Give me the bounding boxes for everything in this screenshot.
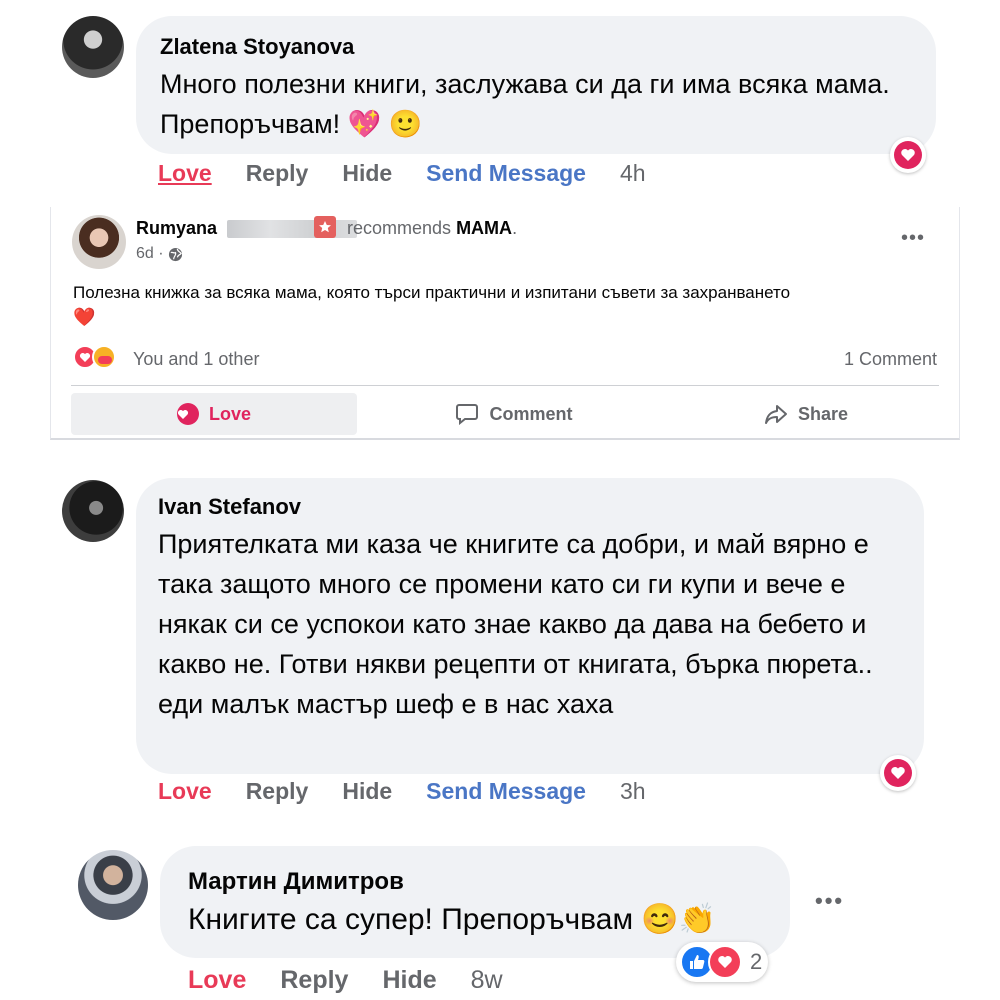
post-comment-button[interactable]: Comment xyxy=(371,393,657,435)
reaction-badge[interactable] xyxy=(880,755,916,791)
comment-author[interactable]: Zlatena Stoyanova xyxy=(160,34,354,60)
more-icon[interactable]: ••• xyxy=(815,888,844,914)
post-share-button[interactable]: Share xyxy=(671,393,941,435)
redacted-name xyxy=(227,220,357,238)
comment-actions: Love Reply Hide 8w xyxy=(188,966,537,995)
comment-actions: Love Reply Hide Send Message 4h xyxy=(158,160,680,187)
heart-icon xyxy=(176,403,199,425)
love-button[interactable]: Love xyxy=(158,160,212,187)
reaction-icons[interactable] xyxy=(73,345,116,369)
reply-button[interactable]: Reply xyxy=(280,966,348,995)
comment-text: Много полезни книги, заслужава си да ги … xyxy=(160,69,890,139)
comment-timestamp[interactable]: 8w xyxy=(471,966,503,995)
post-timestamp[interactable]: 6d · xyxy=(136,245,164,263)
love-button[interactable]: Love xyxy=(158,778,212,805)
send-message-button[interactable]: Send Message xyxy=(426,160,586,187)
avatar[interactable] xyxy=(78,850,148,920)
post-text: Полезна книжка за всяка мама, която търс… xyxy=(73,283,791,302)
love-button[interactable]: Love xyxy=(188,966,246,995)
post-share-label: Share xyxy=(797,403,849,424)
comment-actions: Love Reply Hide Send Message 3h xyxy=(158,778,680,805)
hide-button[interactable]: Hide xyxy=(342,778,392,805)
reaction-summary[interactable]: 2 xyxy=(676,942,769,982)
post-text-emoji: ❤️ xyxy=(73,307,96,327)
page-link[interactable]: MAMA xyxy=(456,218,512,238)
heart-icon xyxy=(894,141,922,169)
more-icon[interactable]: ••• xyxy=(901,227,925,250)
divider xyxy=(71,385,939,386)
reaction-count: 2 xyxy=(750,949,763,974)
reply-button[interactable]: Reply xyxy=(246,778,309,805)
comment-timestamp[interactable]: 4h xyxy=(620,160,646,187)
recommends-suffix: . xyxy=(512,218,518,238)
reaction-badge[interactable] xyxy=(890,137,926,173)
share-icon xyxy=(764,403,798,425)
post-comment-label: Comment xyxy=(489,403,573,424)
comment-text: Книгите са супер! Препоръчвам 😊👏 xyxy=(188,903,717,936)
heart-icon xyxy=(884,759,912,787)
comment-author[interactable]: Ivan Stefanov xyxy=(158,494,301,520)
reply-button[interactable]: Reply xyxy=(246,160,309,187)
recommends-line: recommends MAMA. xyxy=(347,218,517,239)
avatar[interactable] xyxy=(62,480,124,542)
care-icon xyxy=(92,345,116,369)
heart-icon xyxy=(708,945,742,979)
post-author[interactable]: Rumyana xyxy=(136,218,217,239)
avatar[interactable] xyxy=(72,215,126,269)
hide-button[interactable]: Hide xyxy=(382,966,436,995)
post-love-button[interactable]: Love xyxy=(71,393,357,435)
recommends-label: recommends xyxy=(347,218,452,238)
comment-author[interactable]: Мартин Димитров xyxy=(188,868,404,896)
comment-text: Приятелката ми каза че книгите са добри,… xyxy=(158,529,873,719)
globe-icon xyxy=(168,247,183,262)
comment-timestamp[interactable]: 3h xyxy=(620,778,646,805)
avatar[interactable] xyxy=(62,16,124,78)
post-card: Rumyana recommends MAMA. 6d · ••• Полезн… xyxy=(50,207,960,440)
reactions-summary[interactable]: You and 1 other xyxy=(133,349,259,370)
send-message-button[interactable]: Send Message xyxy=(426,778,586,805)
post-love-label: Love xyxy=(208,403,251,424)
comments-count[interactable]: 1 Comment xyxy=(844,349,937,370)
hide-button[interactable]: Hide xyxy=(342,160,392,187)
post-meta: 6d · xyxy=(136,245,183,263)
comment-icon xyxy=(455,403,489,425)
recommend-icon xyxy=(314,216,336,238)
